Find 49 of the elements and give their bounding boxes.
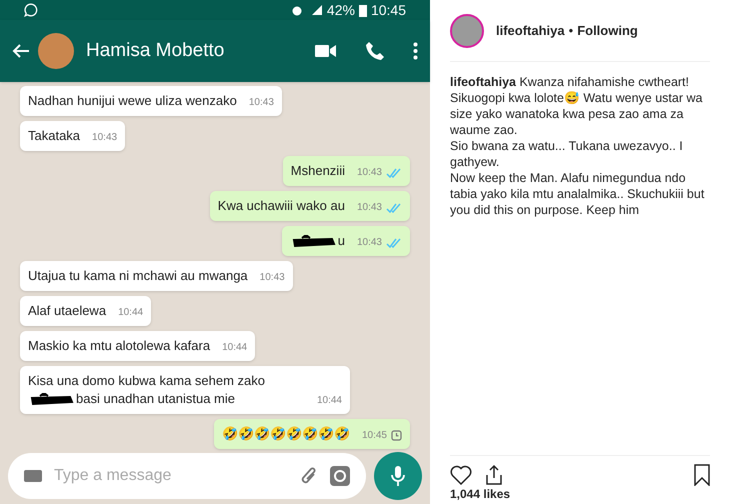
back-arrow-icon[interactable] <box>12 43 30 59</box>
message-text: Kwa uchawiii wako au <box>218 197 345 215</box>
battery-icon <box>358 4 367 16</box>
more-options-icon[interactable] <box>413 42 418 60</box>
message-text: Alaf utaelewa <box>28 302 106 320</box>
video-camera-icon[interactable] <box>315 44 337 58</box>
message-time: 10:43 <box>356 166 382 180</box>
message-text: u <box>290 232 345 250</box>
phone-icon[interactable] <box>365 41 385 61</box>
separator-dot: • <box>568 22 574 40</box>
message-text: 🤣🤣🤣🤣🤣🤣🤣🤣 <box>222 425 350 443</box>
message-input[interactable]: Type a message <box>54 464 288 488</box>
message-field[interactable]: Type a message <box>8 453 366 499</box>
scribble-icon <box>30 392 74 407</box>
battery-percent: 42% <box>326 0 355 20</box>
whatsapp-icon <box>24 3 38 17</box>
signal-icon <box>310 4 323 16</box>
scribble-icon <box>292 234 336 249</box>
message-text: Maskio ka mtu alotolewa kafara <box>28 337 210 355</box>
likes-count: 1,044 likes <box>450 486 512 503</box>
post-caption: lifeoftahiya Kwanza nifahamishe cwtheart! Sikuogopi kwa lolote😅 Watu wenye ustar wa size yako wanatoka kwa pesa zao ama za waume zao. Sio bwana za watu... Tukana uwezavyo.. I gathyew. Now keep the Man. Alafu nimegundua ndo tabia yako kila mtu analalmika.. Skuchukiii but you did this on purpose. Keep him <box>450 74 706 219</box>
message-time: 10:43 <box>248 96 274 110</box>
heart-icon[interactable] <box>450 465 472 485</box>
message-time: 10:43 <box>356 236 382 250</box>
post-username[interactable]: lifeoftahiya <box>496 20 565 40</box>
microphone-icon <box>391 465 405 487</box>
status-time: 10:45 <box>370 0 406 20</box>
message-text: Nadhan hunijui wewe uliza wenzako <box>28 92 237 110</box>
message-time: 10:43 <box>92 131 118 145</box>
message-text: Utajua tu kama ni mchawi au mwanga <box>28 267 248 285</box>
bookmark-icon[interactable] <box>694 464 710 486</box>
message-text: Takataka <box>28 127 80 145</box>
message-time: 10:43 <box>260 271 285 285</box>
follow-status[interactable]: Following <box>577 20 638 40</box>
message-time: 10:44 <box>118 306 144 320</box>
message-time: 10:45 <box>362 429 387 443</box>
paperclip-icon[interactable] <box>300 466 318 486</box>
message-time: 10:44 <box>222 341 248 355</box>
message-text: Kisa una domo kubwa kama sehem zako basi unadhan utanistua mie <box>28 372 266 408</box>
camera-icon[interactable] <box>330 466 350 486</box>
message-text: Mshenziii <box>290 162 345 180</box>
message-time: 10:43 <box>356 201 382 215</box>
microphone-button[interactable] <box>374 452 422 500</box>
contact-name[interactable]: Hamisa Mobetto <box>86 36 315 66</box>
share-icon[interactable] <box>484 464 504 486</box>
alarm-icon <box>290 4 303 16</box>
avatar[interactable] <box>38 33 74 69</box>
message-time: 10:44 <box>316 394 342 408</box>
profile-avatar[interactable] <box>450 14 484 48</box>
